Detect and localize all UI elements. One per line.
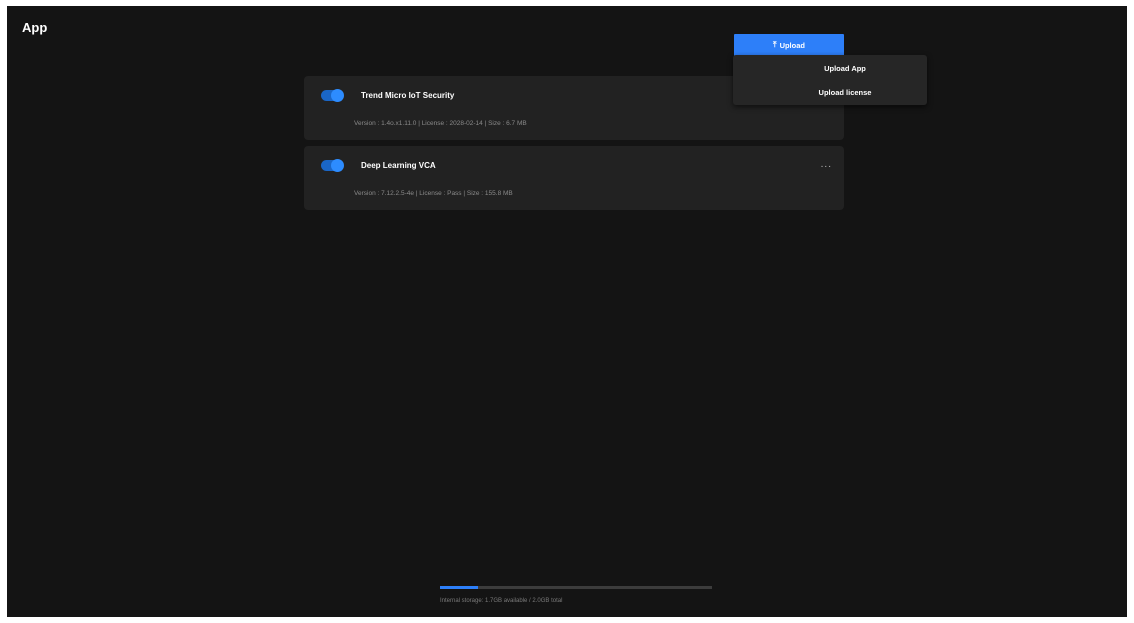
storage-progress-bar — [440, 586, 712, 589]
app-enable-toggle[interactable] — [321, 89, 344, 102]
upload-button-label: Upload — [779, 40, 805, 50]
storage-progress-fill — [440, 586, 479, 589]
toggle-knob — [331, 159, 344, 172]
page-title: App — [22, 20, 48, 35]
more-options-button[interactable]: ... — [821, 160, 832, 170]
upload-button[interactable]: ⤒ Upload — [734, 34, 844, 56]
app-name: Deep Learning VCA — [361, 161, 436, 170]
menu-item-upload-license[interactable]: Upload license — [733, 88, 927, 97]
app-card-deep-learning: Deep Learning VCA Version : 7.12.2.5-4e … — [304, 146, 844, 210]
app-enable-toggle[interactable] — [321, 159, 344, 172]
app-meta: Version : 1.4o.x1.11.0 | License : 2028-… — [354, 120, 527, 127]
toggle-knob — [331, 89, 344, 102]
app-screen: App Trend Micro IoT Security Version : 1… — [7, 6, 1127, 617]
app-name: Trend Micro IoT Security — [361, 91, 455, 100]
upload-arrow-icon: ⤒ — [773, 40, 777, 49]
menu-item-upload-app[interactable]: Upload App — [733, 64, 927, 73]
storage-label: Internal storage: 1.7GB available / 2.0G… — [440, 598, 563, 604]
app-meta: Version : 7.12.2.5-4e | License : Pass |… — [354, 190, 513, 197]
upload-dropdown-menu: Upload App Upload license — [733, 55, 927, 105]
